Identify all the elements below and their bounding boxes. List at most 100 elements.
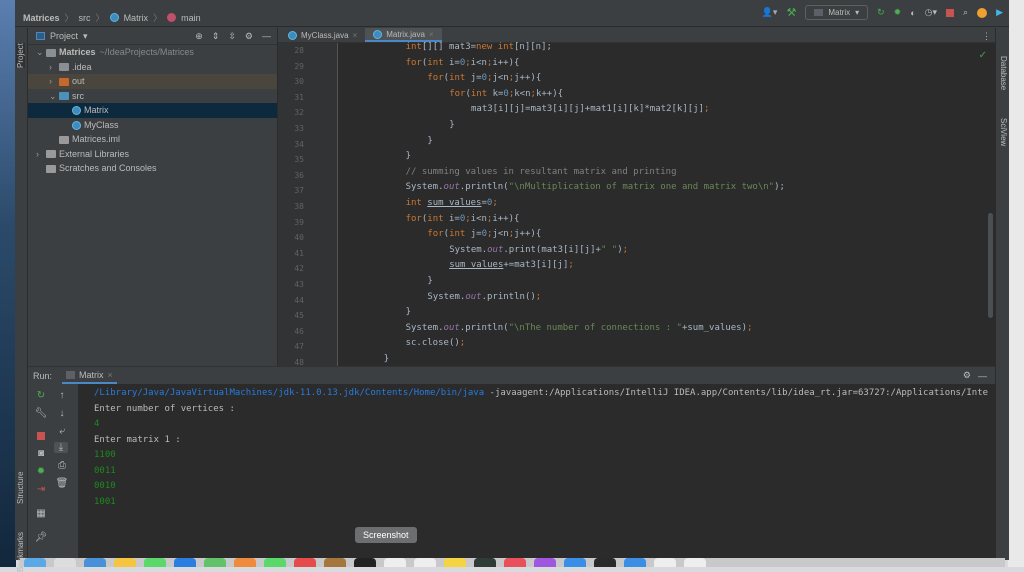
dock-app-icon[interactable]: [684, 558, 706, 567]
run-panel: Run: Matrix × ⚙ — ↻ 🔧︎ ◙ ✹ ⇥ ▦ 📌︎ ↑ ↓ ⤶ ⤓…: [28, 366, 995, 561]
dock-app-icon[interactable]: [504, 558, 526, 567]
code-token: .println(: [459, 182, 509, 193]
dock-app-icon[interactable]: [474, 558, 496, 567]
close-icon[interactable]: ×: [353, 31, 358, 40]
breadcrumb-class[interactable]: Matrix: [124, 13, 149, 23]
navigation-bar: Matrices 〉 src 〉 Matrix 〉 main 👤▾ ⚒ Matrix ▾…: [15, 0, 1009, 27]
breadcrumb-src[interactable]: src: [79, 13, 91, 23]
tab-myclass-java[interactable]: MyClass.java ×: [280, 28, 365, 42]
down-arrow-icon[interactable]: ↓: [55, 408, 69, 419]
rerun-icon[interactable]: ↻: [877, 7, 885, 18]
stop-icon[interactable]: [37, 432, 45, 440]
exit-icon[interactable]: ⇥: [34, 484, 48, 495]
tree-item-scratches-and-consoles[interactable]: Scratches and Consoles: [28, 161, 277, 176]
sciview-tool-tab[interactable]: SciView: [999, 118, 1008, 146]
database-tool-tab[interactable]: Database: [999, 56, 1008, 90]
dock-app-icon[interactable]: [354, 558, 376, 567]
chevron-right-icon[interactable]: ›: [49, 60, 59, 75]
up-arrow-icon[interactable]: ↑: [55, 390, 69, 401]
pin-icon[interactable]: 📌︎: [34, 532, 48, 543]
more-icon[interactable]: ⋮: [982, 31, 991, 42]
debug-icon[interactable]: ✹: [894, 7, 902, 18]
print-icon[interactable]: ⎙: [55, 460, 69, 471]
trash-icon[interactable]: 🗑︎: [55, 478, 69, 489]
breadcrumb-method[interactable]: main: [181, 13, 201, 23]
run-toolbar: ↻ 🔧︎ ◙ ✹ ⇥ ▦ 📌︎ ↑ ↓ ⤶ ⤓ ⎙ 🗑︎: [28, 384, 78, 561]
tree-item-matrices[interactable]: ⌄ Matrices ~/IdeaProjects/Matrices: [28, 45, 277, 60]
tree-item-src[interactable]: ⌄ src: [28, 89, 277, 104]
dock-app-icon[interactable]: [114, 558, 136, 567]
scroll-to-end-icon[interactable]: ⤓: [54, 442, 68, 453]
dock-app-icon[interactable]: [264, 558, 286, 567]
hide-icon[interactable]: —: [262, 31, 271, 42]
tree-item-myclass[interactable]: MyClass: [28, 118, 277, 133]
dock-app-icon[interactable]: [174, 558, 196, 567]
coverage-icon[interactable]: ◐: [910, 8, 915, 18]
editor-tabs: MyClass.java × Matrix.java ×: [278, 28, 995, 43]
dock-app-icon[interactable]: [204, 558, 226, 567]
code-line: }: [449, 118, 454, 134]
tree-item--idea[interactable]: › .idea: [28, 60, 277, 75]
dock-app-icon[interactable]: [414, 558, 436, 567]
camera-icon[interactable]: ◙: [34, 448, 48, 459]
update-icon[interactable]: [977, 7, 988, 18]
wrench-icon[interactable]: 🔧︎: [34, 408, 48, 419]
soft-wrap-icon[interactable]: ⤶: [55, 426, 69, 437]
gear-icon[interactable]: ⚙: [963, 370, 971, 381]
run-tab-matrix[interactable]: Matrix ×: [62, 367, 117, 384]
dock-app-icon[interactable]: [324, 558, 346, 567]
rerun-icon[interactable]: ↻: [34, 390, 48, 401]
tree-item-out[interactable]: › out: [28, 74, 277, 89]
hide-icon[interactable]: —: [978, 371, 987, 381]
build-hammer-icon[interactable]: ⚒: [786, 6, 796, 19]
dock-app-icon[interactable]: [294, 558, 316, 567]
structure-tool-tab[interactable]: Structure: [16, 472, 25, 504]
user-icon[interactable]: 👤▾: [762, 7, 778, 18]
tree-item-matrices-iml[interactable]: Matrices.iml: [28, 132, 277, 147]
line-number: 47: [294, 342, 304, 352]
plugin-icon[interactable]: ▶: [996, 7, 1003, 18]
editor-scrollbar[interactable]: [988, 213, 993, 318]
tab-label: Matrix.java: [386, 29, 425, 39]
dock-app-icon[interactable]: [384, 558, 406, 567]
collapse-all-icon[interactable]: ⇳: [228, 31, 236, 42]
tree-item-label: .idea: [72, 61, 92, 72]
line-number: 42: [294, 264, 304, 274]
search-icon[interactable]: ⌕: [963, 7, 968, 18]
console-line: /Library/Java/JavaVirtualMachines/jdk-11…: [94, 386, 988, 402]
tree-item-matrix[interactable]: Matrix: [28, 103, 277, 118]
close-icon[interactable]: ×: [429, 30, 434, 39]
tree-item-external-libraries[interactable]: › External Libraries: [28, 147, 277, 162]
gear-icon[interactable]: ⚙: [245, 31, 253, 42]
dock-app-icon[interactable]: [144, 558, 166, 567]
console-output[interactable]: /Library/Java/JavaVirtualMachines/jdk-11…: [94, 386, 988, 510]
debug-icon[interactable]: ✹: [34, 466, 48, 477]
chevron-down-icon[interactable]: ⌄: [49, 89, 59, 104]
dock-app-icon[interactable]: [654, 558, 676, 567]
breadcrumb-project[interactable]: Matrices: [23, 13, 60, 23]
chevron-right-icon[interactable]: ›: [36, 147, 46, 162]
run-config-select[interactable]: Matrix ▾: [805, 5, 869, 20]
dock-app-icon[interactable]: [444, 558, 466, 567]
code-line: for(int j=0;j<n;j++){: [427, 71, 541, 87]
stop-icon[interactable]: [946, 8, 955, 17]
layout-icon[interactable]: ▦: [34, 508, 48, 519]
dock-app-icon[interactable]: [84, 558, 106, 567]
console-text: 1100: [94, 450, 116, 460]
expand-all-icon[interactable]: ⇕: [212, 31, 220, 42]
chevron-down-icon[interactable]: ⌄: [36, 45, 46, 60]
console-text: 0010: [94, 481, 116, 491]
profile-icon[interactable]: ◷▾: [925, 7, 937, 18]
dock-app-icon[interactable]: [234, 558, 256, 567]
dock-app-icon[interactable]: [564, 558, 586, 567]
code-token: "\nThe number of connections : ": [508, 322, 682, 333]
dock-app-icon[interactable]: [24, 558, 46, 567]
dock-app-icon[interactable]: [624, 558, 646, 567]
chevron-right-icon[interactable]: ›: [49, 74, 59, 89]
dock-app-icon[interactable]: [54, 558, 76, 567]
project-view-select[interactable]: Project: [50, 31, 78, 41]
dock-app-icon[interactable]: [594, 558, 616, 567]
dock-app-icon[interactable]: [534, 558, 556, 567]
locate-icon[interactable]: ⊕: [195, 31, 203, 42]
project-tool-tab[interactable]: Project: [16, 43, 25, 68]
